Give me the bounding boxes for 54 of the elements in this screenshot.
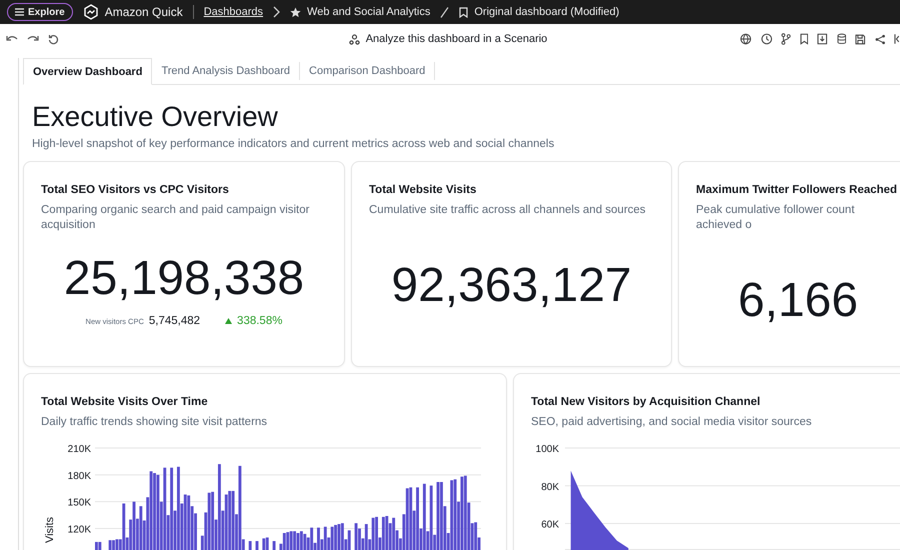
- comparison-value: 5,745,482: [148, 315, 200, 327]
- menu-icon: [15, 8, 24, 16]
- page-subtitle: High-level snapshot of key performance indicators and current metrics across web and social channels: [32, 138, 556, 150]
- y-tick-label: 180K: [68, 470, 91, 482]
- card-subtitle: Daily traffic trends showing site visit patterns: [41, 415, 268, 430]
- y-tick-label: 210K: [68, 444, 91, 455]
- bookmark-icon: [459, 6, 468, 18]
- card-subtitle: SEO, paid advertising, and social media visitor sources: [531, 415, 813, 430]
- y-tick-label: 80K: [541, 482, 559, 493]
- save-icon[interactable]: [855, 34, 866, 44]
- bar: [272, 541, 276, 550]
- clock-icon[interactable]: [760, 33, 772, 45]
- bar: [248, 541, 252, 550]
- card-title: Maximum Twitter Followers Reached: [696, 184, 898, 196]
- card-title: Total New Visitors by Acquisition Channel: [531, 396, 762, 408]
- dashboard-tab[interactable]: Trend Analysis Dashboard: [152, 62, 300, 80]
- slash-icon: [440, 6, 450, 18]
- y-tick-label: 60K: [541, 520, 559, 531]
- card-title: Total Website Visits Over Time: [41, 396, 209, 408]
- kpi-value: 25,198,338: [64, 252, 304, 305]
- database-icon[interactable]: [836, 33, 846, 45]
- collapse-icon[interactable]: [894, 33, 900, 45]
- y-axis-label: Visits: [44, 516, 56, 544]
- bar: [256, 541, 258, 550]
- scenario-button[interactable]: Analyze this dashboard in a Scenario: [342, 32, 554, 46]
- kpi-value: 92,363,127: [391, 259, 632, 312]
- y-tick-label: 120K: [68, 524, 91, 536]
- app-name: Amazon Quick: [104, 5, 183, 19]
- change-percent: 338.58%: [237, 315, 282, 327]
- card-subtitle: Comparing organic search and paid campaign visitor acquisition: [41, 203, 310, 233]
- refresh-icon[interactable]: [48, 34, 59, 44]
- breadcrumb-item[interactable]: Web and Social Analytics: [307, 6, 430, 18]
- kpi-value: 6,166: [738, 274, 858, 327]
- globe-icon[interactable]: [740, 33, 752, 45]
- y-tick-label: 150K: [68, 498, 91, 509]
- card-subtitle: Cumulative site traffic across all channels and sources: [369, 203, 647, 218]
- card-subtitle: Peak cumulative follower count achieved o: [696, 203, 856, 233]
- share-icon[interactable]: [874, 34, 886, 44]
- y-tick-label: 100K: [536, 444, 559, 455]
- explore-button[interactable]: Explore: [7, 3, 73, 21]
- card-title: Total SEO Visitors vs CPC Visitors: [41, 184, 230, 196]
- star-icon: [290, 6, 302, 18]
- bookmark-icon[interactable]: [800, 33, 808, 45]
- breadcrumb-link[interactable]: Dashboards: [204, 6, 264, 18]
- download-icon[interactable]: [817, 33, 828, 45]
- branch-icon[interactable]: [780, 33, 791, 45]
- dashboard-tab[interactable]: Comparison Dashboard: [300, 62, 436, 80]
- chevron-right-icon: [273, 6, 280, 18]
- people-icon: [348, 34, 360, 44]
- page-title: Executive Overview: [32, 100, 279, 134]
- logo-icon: [82, 4, 99, 20]
- card-title: Total Website Visits: [369, 184, 478, 196]
- dashboard-tab[interactable]: Overview Dashboard: [23, 58, 152, 85]
- breadcrumb-item[interactable]: Original dashboard (Modified): [474, 6, 620, 18]
